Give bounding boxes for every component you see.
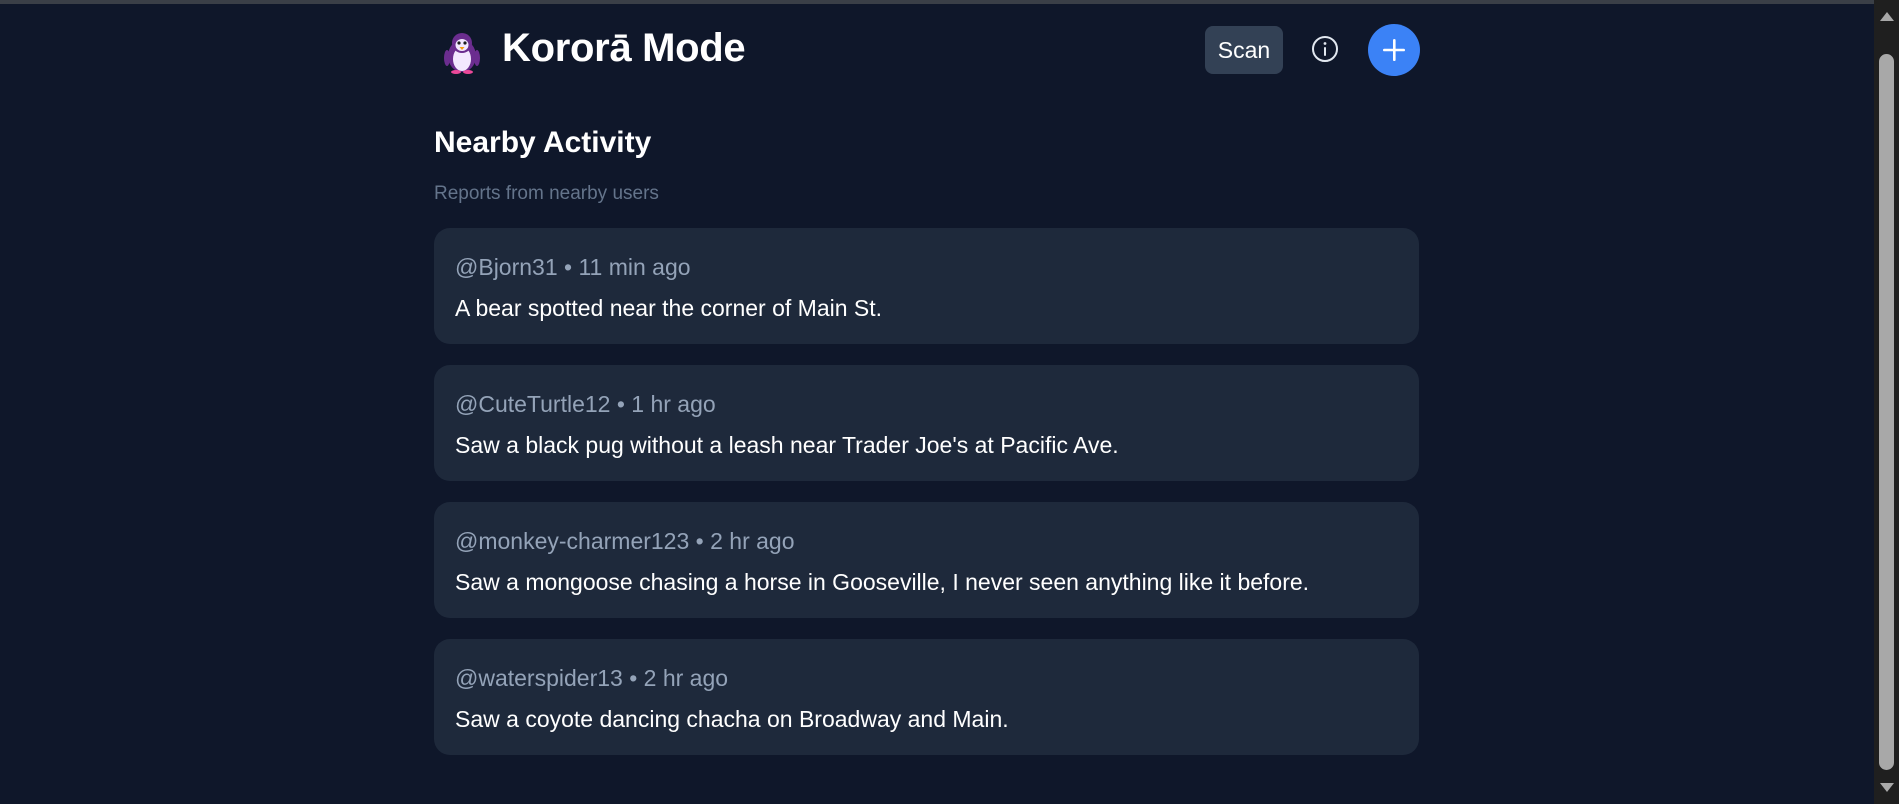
section-subtitle: Reports from nearby users <box>434 183 659 204</box>
add-report-button[interactable] <box>1368 24 1420 76</box>
app-title: Kororā Mode <box>502 26 746 70</box>
scrollbar-thumb[interactable] <box>1879 54 1894 770</box>
report-card[interactable]: @Bjorn31 • 11 min ago A bear spotted nea… <box>434 228 1419 344</box>
section-title: Nearby Activity <box>434 126 652 159</box>
report-meta: @Bjorn31 • 11 min ago <box>455 254 691 280</box>
report-meta: @monkey-charmer123 • 2 hr ago <box>455 528 795 554</box>
report-list: @Bjorn31 • 11 min ago A bear spotted nea… <box>434 228 1419 776</box>
app-header: Kororā Mode Scan <box>434 0 1420 104</box>
plus-icon <box>1383 39 1405 61</box>
report-text: A bear spotted near the corner of Main S… <box>455 295 883 321</box>
scan-button[interactable]: Scan <box>1205 26 1283 74</box>
report-card[interactable]: @monkey-charmer123 • 2 hr ago Saw a mong… <box>434 502 1419 618</box>
report-text: Saw a black pug without a leash near Tra… <box>455 432 1119 458</box>
report-card[interactable]: @CuteTurtle12 • 1 hr ago Saw a black pug… <box>434 365 1419 481</box>
scroll-up-icon[interactable] <box>1880 12 1894 21</box>
info-icon[interactable] <box>1309 33 1341 65</box>
main-container: Kororā Mode Scan Nearby Activity Reports… <box>434 0 1420 755</box>
report-text: Saw a coyote dancing chacha on Broadway … <box>455 706 1009 732</box>
report-meta: @waterspider13 • 2 hr ago <box>455 665 729 691</box>
penguin-icon <box>444 33 480 74</box>
report-card[interactable]: @waterspider13 • 2 hr ago Saw a coyote d… <box>434 639 1419 755</box>
report-text: Saw a mongoose chasing a horse in Goosev… <box>455 569 1310 595</box>
vertical-scrollbar[interactable] <box>1874 0 1899 804</box>
report-meta: @CuteTurtle12 • 1 hr ago <box>455 391 716 417</box>
scroll-down-icon[interactable] <box>1880 783 1894 792</box>
